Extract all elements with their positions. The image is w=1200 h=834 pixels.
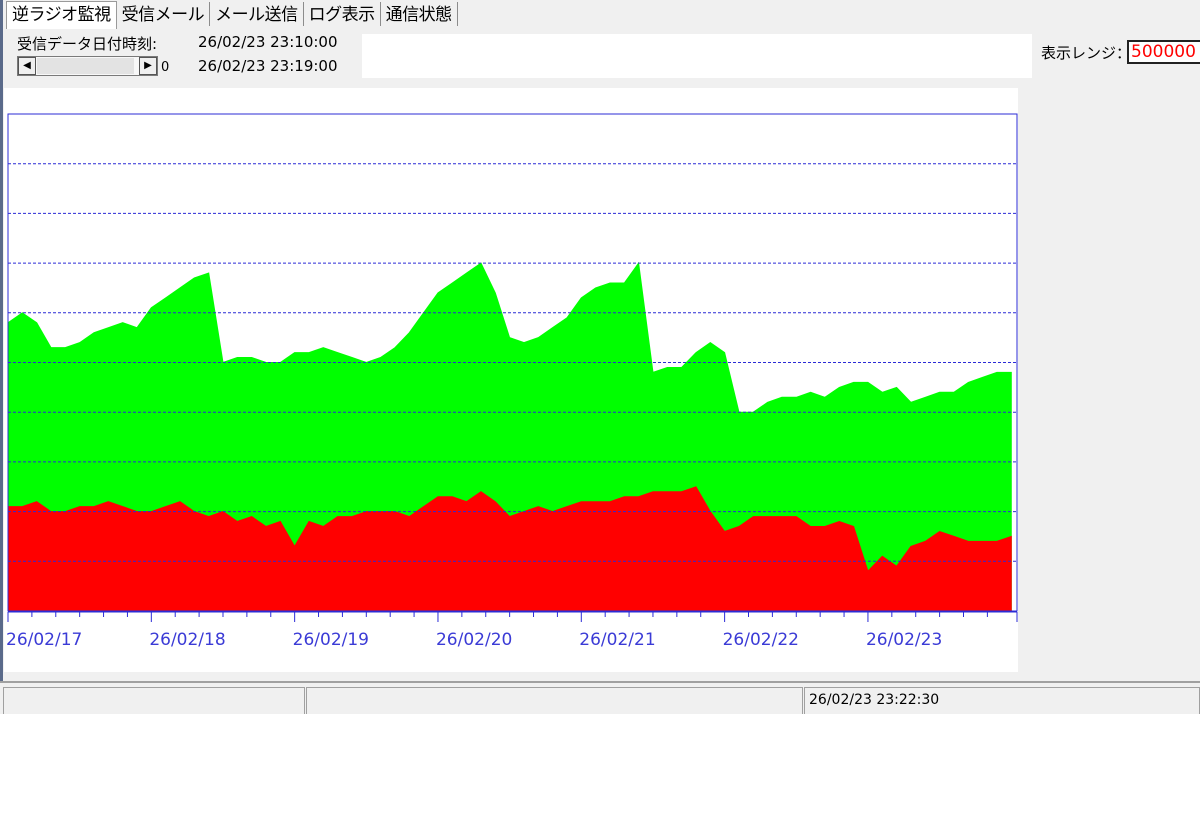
x-tick-label: 26/02/23 — [866, 630, 942, 650]
tab-bar: 逆ラジオ監視 受信メール メール送信 ログ表示 通信状態 — [6, 1, 458, 29]
x-tick-label: 26/02/19 — [293, 630, 369, 650]
tab-log-view[interactable]: ログ表示 — [304, 2, 381, 26]
x-tick-label: 26/02/17 — [6, 630, 82, 650]
scroll-left-arrow-icon[interactable]: ◀ — [18, 57, 36, 75]
received-time-2: 26/02/23 23:19:00 — [198, 57, 338, 75]
window-left-edge — [0, 0, 3, 714]
x-tick-label: 26/02/22 — [723, 630, 799, 650]
status-panel-1 — [3, 687, 305, 714]
time-scrollbar[interactable]: ◀ ▶ — [17, 56, 158, 76]
info-display-box — [362, 34, 1032, 78]
tab-send-mail[interactable]: メール送信 — [210, 2, 304, 26]
received-datetime-label: 受信データ日付時刻: — [17, 35, 158, 53]
monitor-chart: 26/02/17 26/02/18 26/02/19 26/02/20 26/02/21… — [6, 113, 1018, 650]
status-timestamp: 26/02/23 23:22:30 — [804, 687, 1200, 714]
status-bar: 26/02/23 23:22:30 — [0, 681, 1200, 714]
display-range-input[interactable]: 500000 — [1127, 40, 1200, 64]
x-tick-label: 26/02/21 — [579, 630, 655, 650]
scroll-track[interactable] — [37, 58, 134, 74]
status-panel-2 — [306, 687, 803, 714]
scroll-right-arrow-icon[interactable]: ▶ — [139, 57, 157, 75]
tab-reverse-radio-monitor[interactable]: 逆ラジオ監視 — [6, 1, 117, 29]
chart-panel: 26/02/17 26/02/18 26/02/19 26/02/20 26/02/21… — [4, 88, 1018, 672]
x-tick-label: 26/02/20 — [436, 630, 512, 650]
x-tick-label: 26/02/18 — [149, 630, 225, 650]
tab-connection-status[interactable]: 通信状態 — [381, 2, 458, 26]
display-range-label: 表示レンジ： — [1041, 44, 1132, 62]
scroll-value: 0 — [161, 60, 170, 75]
app-window: 逆ラジオ監視 受信メール メール送信 ログ表示 通信状態 受信データ日付時刻: … — [0, 0, 1200, 714]
received-time-1: 26/02/23 23:10:00 — [198, 33, 338, 51]
tab-received-mail[interactable]: 受信メール — [117, 2, 211, 26]
